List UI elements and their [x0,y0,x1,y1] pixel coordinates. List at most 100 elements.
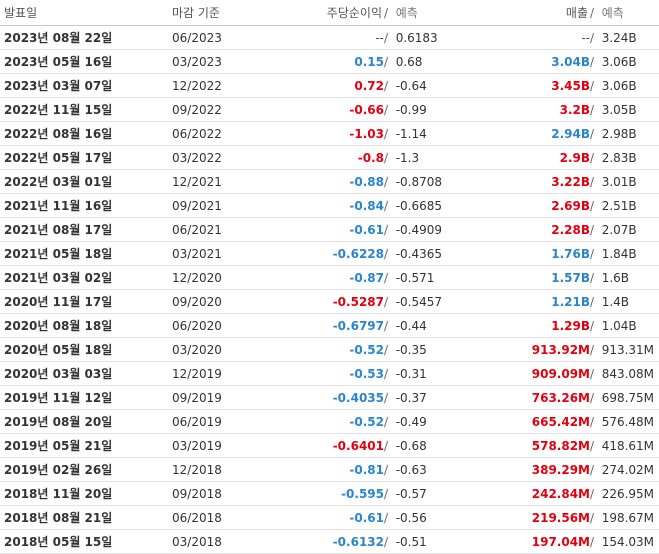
header-period-end[interactable]: 마감 기준 [172,0,278,26]
revenue-actual-cell: 1.57B [482,265,590,290]
header-separator: / [590,6,595,20]
revenue-forecast-cell: / 274.02M [590,457,659,482]
eps-forecast-cell: / -0.571 [384,265,482,290]
eps-actual-value: -0.8 [357,150,384,165]
value-separator: / [384,102,389,117]
release-date-cell: 2020년 05월 18일 [0,337,172,362]
revenue-actual-value: 2.69B [551,198,590,213]
value-separator: / [384,78,389,93]
revenue-forecast-cell: / 198.67M [590,505,659,530]
eps-forecast-value: -0.99 [395,102,427,117]
revenue-actual-value: 242.84M [531,486,590,501]
revenue-forecast-cell: / 3.01B [590,169,659,194]
eps-forecast-value: -0.6685 [395,198,443,213]
period-end-cell: 06/2021 [172,217,278,242]
eps-actual-value: -- [375,30,384,45]
revenue-actual-value: 909.09M [531,366,590,381]
value-separator: / [590,30,595,45]
table-row: 2018년 11월 20일 09/2018 -0.595/ -0.57 242.84M… [0,481,659,506]
header-eps-forecast-label: 예측 [395,6,418,20]
header-release-date[interactable]: 발표일 [0,0,172,26]
table-row: 2019년 08월 20일 06/2019 -0.52/ -0.49 665.42M /… [0,409,659,434]
revenue-forecast-value: 3.05B [601,102,637,117]
value-separator: / [590,510,595,525]
eps-forecast-cell: / -0.44 [384,313,482,338]
eps-actual-value: 0.15 [354,54,384,69]
release-date-cell: 2022년 05월 17일 [0,145,172,170]
header-eps-label: 주당순이익 [326,6,382,20]
value-separator: / [590,198,595,213]
eps-actual-cell: -0.5287 [278,289,384,314]
table-row: 2022년 03월 01일 12/2021 -0.88/ -0.8708 3.22B /… [0,169,659,194]
eps-forecast-cell: / -0.99 [384,97,482,122]
value-separator: / [590,78,595,93]
eps-actual-value: -0.5287 [332,294,384,309]
revenue-forecast-value: 274.02M [601,462,655,477]
revenue-actual-cell: 3.45B [482,73,590,98]
value-separator: / [590,126,595,141]
eps-forecast-value: -0.37 [395,390,427,405]
revenue-actual-value: 1.21B [551,294,590,309]
eps-forecast-cell: / -0.56 [384,505,482,530]
revenue-actual-cell: 578.82M [482,433,590,458]
revenue-forecast-value: 2.07B [601,222,637,237]
period-end-cell: 09/2022 [172,97,278,122]
value-separator: / [384,318,389,333]
header-eps[interactable]: 주당순이익 [278,0,384,26]
revenue-actual-cell: 242.84M [482,481,590,506]
revenue-actual-cell: 3.22B [482,169,590,194]
value-separator: / [590,318,595,333]
eps-forecast-value: -0.68 [395,438,427,453]
eps-actual-value: -1.03 [349,126,384,141]
eps-forecast-value: -0.5457 [395,294,443,309]
table-row: 2020년 05월 18일 03/2020 -0.52/ -0.35 913.92M /… [0,337,659,362]
eps-actual-cell: -0.53 [278,361,384,386]
release-date-cell: 2021년 03월 02일 [0,265,172,290]
table-row: 2023년 08월 22일 06/2023 --/ 0.6183 --/ 3.24B [0,25,659,50]
eps-actual-value: -0.6401 [332,438,384,453]
revenue-actual-value: 1.29B [551,318,590,333]
revenue-forecast-cell: / 418.61M [590,433,659,458]
value-separator: / [590,174,595,189]
value-separator: / [590,246,595,261]
revenue-actual-cell: 913.92M [482,337,590,362]
value-separator: / [384,462,389,477]
eps-actual-value: -0.61 [349,510,384,525]
period-end-cell: 12/2019 [172,361,278,386]
table-row: 2019년 02월 26일 12/2018 -0.81/ -0.63 389.29M /… [0,457,659,482]
eps-actual-cell: -1.03 [278,121,384,146]
revenue-forecast-value: 198.67M [601,510,655,525]
eps-actual-value: -0.4035 [332,390,384,405]
revenue-actual-value: 3.45B [551,78,590,93]
revenue-forecast-cell: / 1.84B [590,241,659,266]
eps-actual-value: -0.595 [341,486,384,501]
eps-actual-cell: -0.66 [278,97,384,122]
eps-actual-cell: -0.61 [278,217,384,242]
value-separator: / [384,294,389,309]
eps-forecast-value: -0.56 [395,510,427,525]
table-row: 2020년 03월 03일 12/2019 -0.53/ -0.31 909.09M /… [0,361,659,386]
value-separator: / [590,438,595,453]
revenue-actual-value: 2.9B [559,150,590,165]
eps-forecast-value: -0.35 [395,342,427,357]
revenue-forecast-cell: / 2.83B [590,145,659,170]
value-separator: / [384,510,389,525]
eps-forecast-value: -0.4909 [395,222,443,237]
eps-actual-cell: -0.595 [278,481,384,506]
eps-actual-value: -0.66 [349,102,384,117]
revenue-actual-cell: 763.26M [482,385,590,410]
revenue-actual-cell: 1.76B [482,241,590,266]
eps-forecast-cell: / -0.4909 [384,217,482,242]
header-revenue-forecast: / 예측 [590,0,659,26]
eps-actual-value: -0.6797 [332,318,384,333]
revenue-forecast-cell: / 3.24B [590,25,659,50]
table-row: 2019년 05월 21일 03/2019 -0.6401/ -0.68 578.82… [0,433,659,458]
value-separator: / [384,438,389,453]
period-end-cell: 03/2021 [172,241,278,266]
revenue-forecast-value: 418.61M [601,438,655,453]
table-row: 2020년 08월 18일 06/2020 -0.6797/ -0.44 1.29B /… [0,313,659,338]
header-eps-forecast: / 예측 [384,0,482,26]
revenue-actual-value: 763.26M [531,390,590,405]
header-revenue[interactable]: 매출 [482,0,590,26]
value-separator: / [590,462,595,477]
